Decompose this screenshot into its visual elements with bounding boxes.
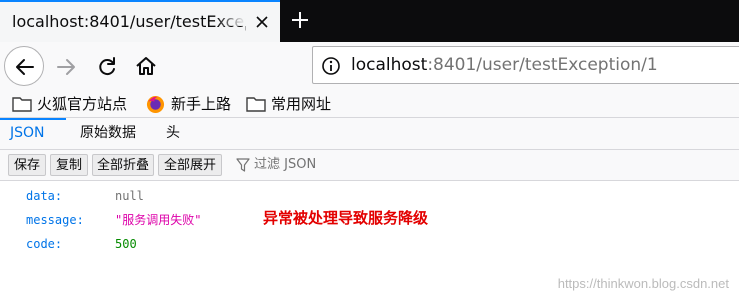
- folder-icon: [246, 97, 266, 112]
- tab-json[interactable]: JSON: [10, 118, 60, 149]
- watermark: https://thinkwon.blog.csdn.net: [557, 276, 729, 291]
- url-path: :8401/user/testException/1: [427, 55, 658, 75]
- json-value: null: [115, 189, 144, 203]
- json-key: message:: [26, 213, 84, 227]
- bookmark-firefox-site[interactable]: 火狐官方站点: [12, 92, 142, 116]
- json-key: data:: [26, 189, 63, 203]
- tab-title: localhost:8401/user/testException/1: [12, 12, 246, 31]
- navigation-bar: localhost:8401/user/testException/1: [0, 42, 739, 90]
- save-button[interactable]: 保存: [8, 154, 46, 176]
- tab-strip: localhost:8401/user/testException/1: [0, 0, 739, 42]
- json-key: code:: [26, 237, 63, 251]
- tab-headers[interactable]: 头: [166, 118, 186, 149]
- bookmark-common-sites[interactable]: 常用网址: [246, 92, 346, 116]
- filter-icon: [236, 158, 250, 172]
- expand-all-button[interactable]: 全部展开: [158, 154, 222, 176]
- copy-button[interactable]: 复制: [50, 154, 88, 176]
- firefox-icon: [146, 95, 165, 114]
- url-host: localhost: [351, 55, 428, 75]
- back-button[interactable]: [4, 46, 44, 86]
- folder-icon: [12, 97, 32, 112]
- json-value: "服务调用失败": [115, 213, 202, 227]
- collapse-all-button[interactable]: 全部折叠: [92, 154, 154, 176]
- reload-icon[interactable]: [96, 56, 118, 78]
- close-icon[interactable]: [254, 14, 270, 30]
- tab-title-fade: [216, 2, 246, 26]
- browser-tab-active[interactable]: localhost:8401/user/testException/1: [0, 0, 280, 42]
- json-toolbar: 保存 复制 全部折叠 全部展开 过滤 JSON: [0, 150, 739, 181]
- annotation-text: 异常被处理导致服务降级: [263, 209, 429, 227]
- info-icon[interactable]: [321, 56, 341, 76]
- bookmark-label: 常用网址: [271, 95, 332, 113]
- bookmark-getting-started[interactable]: 新手上路: [146, 92, 246, 116]
- url-text: localhost:8401/user/testException/1: [351, 53, 658, 77]
- tab-raw-data[interactable]: 原始数据: [80, 118, 160, 149]
- bookmark-label: 新手上路: [171, 95, 232, 113]
- bookmark-label: 火狐官方站点: [37, 95, 128, 113]
- arrow-right-icon[interactable]: [55, 56, 77, 78]
- json-row: code: 500: [0, 232, 739, 256]
- home-icon[interactable]: [135, 55, 157, 77]
- bookmarks-bar: 火狐官方站点 新手上路 常用网址: [0, 90, 739, 118]
- json-value: 500: [115, 237, 137, 251]
- filter-json-input[interactable]: 过滤 JSON: [254, 154, 316, 176]
- json-viewer-tabs: JSON 原始数据 头: [0, 118, 739, 150]
- url-bar[interactable]: localhost:8401/user/testException/1: [312, 46, 739, 84]
- arrow-left-icon: [16, 59, 34, 75]
- plus-icon[interactable]: [290, 10, 310, 30]
